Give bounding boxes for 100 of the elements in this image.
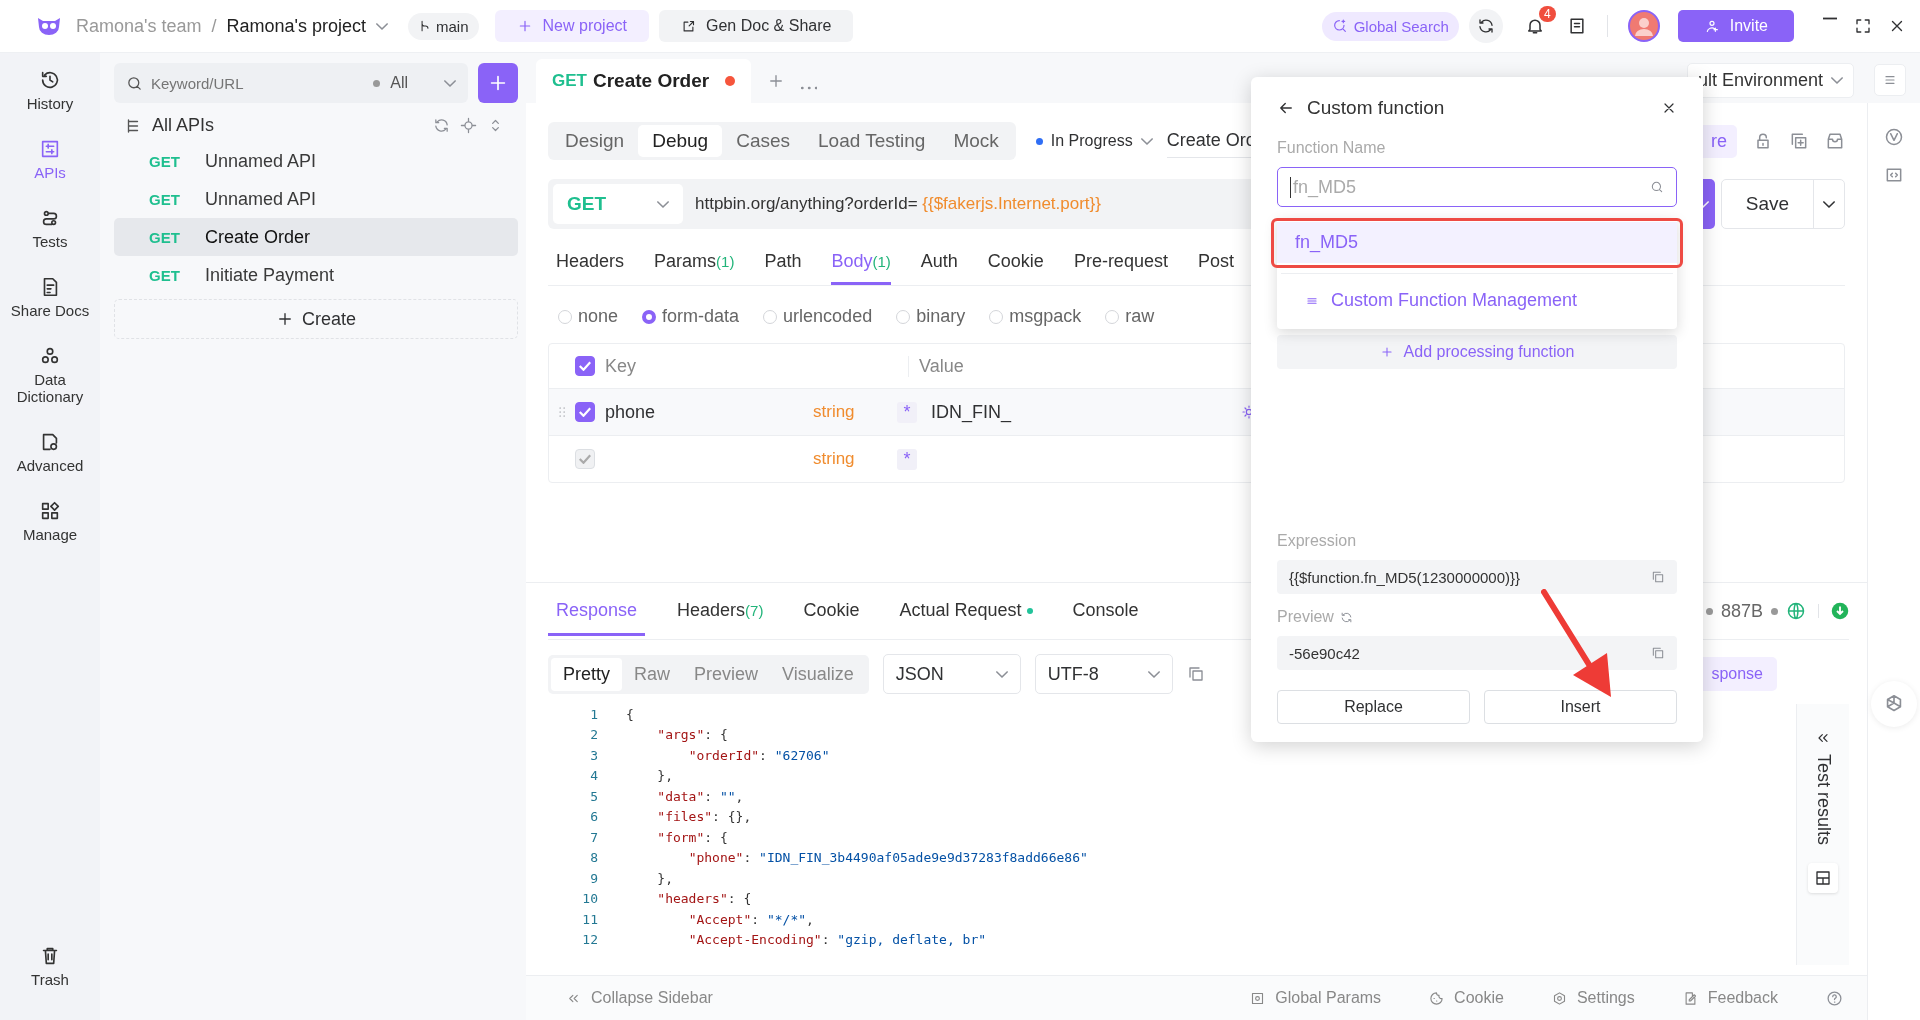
minimize-icon[interactable] <box>1822 17 1838 20</box>
download-icon[interactable] <box>1831 602 1849 620</box>
request-tab[interactable]: Auth <box>920 241 958 285</box>
mode-tab[interactable]: Cases <box>722 125 804 157</box>
tree-root[interactable]: All APIs <box>152 115 215 136</box>
request-tab[interactable]: Cookie <box>987 241 1044 285</box>
api-item[interactable]: GET Unnamed API <box>114 142 518 180</box>
preview-field: -56e90c42 <box>1277 636 1677 670</box>
chevron-down-icon <box>376 22 388 30</box>
popup-button[interactable]: Insert <box>1484 690 1677 724</box>
search-field[interactable]: Keyword/URL All <box>114 63 468 103</box>
expression-field[interactable]: {{$function.fn_MD5(1230000000)}} <box>1277 560 1677 594</box>
body-type-radio[interactable]: raw <box>1105 306 1155 327</box>
more-icon[interactable] <box>801 86 818 90</box>
required-toggle[interactable]: * <box>897 401 917 423</box>
owl-logo-icon[interactable] <box>36 16 62 36</box>
body-type-radio[interactable]: none <box>558 306 619 327</box>
request-tab[interactable]: Params(1) <box>654 241 735 285</box>
request-tab[interactable]: Headers <box>556 241 625 285</box>
project-name[interactable]: Ramona's project <box>226 15 366 37</box>
body-type-radio[interactable]: form-data <box>642 306 740 327</box>
response-tab[interactable]: Response <box>548 586 646 636</box>
format-select[interactable]: JSON <box>882 654 1021 694</box>
response-tab[interactable]: Actual Request <box>891 586 1041 636</box>
new-project-button[interactable]: New project <box>494 10 649 42</box>
footer-button[interactable]: Global Params <box>1250 989 1382 1007</box>
sliders-icon <box>39 138 61 160</box>
api-item[interactable]: GET Initiate Payment <box>114 256 518 294</box>
view-tab[interactable]: Pretty <box>551 657 622 691</box>
field-label: Preview <box>1277 608 1334 626</box>
archive-icon <box>1825 131 1845 151</box>
mode-tab[interactable]: Debug <box>638 125 723 157</box>
code-line: }, <box>656 870 673 886</box>
sync-button[interactable] <box>1468 9 1503 43</box>
body-type-radio[interactable]: binary <box>896 306 966 327</box>
mode-tab[interactable]: Load Testing <box>804 125 940 157</box>
gen-doc-share-button[interactable]: Gen Doc & Share <box>659 10 854 42</box>
chevron-down-icon <box>444 79 456 87</box>
line-number: 6 <box>589 809 598 825</box>
footer-button[interactable]: Feedback <box>1682 989 1778 1007</box>
code-line: "data": "", <box>656 788 744 804</box>
popup-title: Custom function <box>1307 97 1445 119</box>
refresh-icon <box>433 117 450 134</box>
url-field[interactable]: httpbin.org/anything?orderId= {{$fakerjs.Internet.port}} <box>695 194 1101 214</box>
rail-item[interactable]: Advanced <box>0 425 100 480</box>
status-select[interactable]: In Progress <box>1050 132 1153 150</box>
checkbox[interactable] <box>575 402 595 422</box>
filter-select[interactable]: All <box>390 74 408 92</box>
rail-item[interactable]: Data Dictionary <box>0 339 100 411</box>
global-search-button[interactable]: Global Search <box>1321 11 1459 41</box>
encoding-select[interactable]: UTF-8 <box>1034 654 1173 694</box>
trash-button[interactable]: Trash <box>0 939 100 994</box>
add-button[interactable] <box>478 63 518 103</box>
line-number: 3 <box>589 747 598 763</box>
status-dot <box>1035 137 1043 145</box>
response-size: 887B <box>1720 600 1763 622</box>
layout-button[interactable] <box>1808 863 1838 894</box>
manage-functions-link[interactable]: Custom Function Management <box>1277 284 1606 325</box>
breadcrumb-separator: / <box>211 15 217 37</box>
request-tab[interactable]: Path <box>764 241 802 285</box>
body-type-radio[interactable]: msgpack <box>989 306 1082 327</box>
collapse-sidebar-button[interactable]: Collapse Sidebar <box>566 989 713 1007</box>
code-line: }, <box>656 768 673 784</box>
grid-icon <box>39 500 61 522</box>
create-button[interactable]: Create <box>114 299 518 339</box>
request-tab[interactable]: Pre-request <box>1073 241 1168 285</box>
request-tab[interactable]: Post <box>1197 241 1234 285</box>
mode-tab[interactable]: Mock <box>939 125 1013 157</box>
popup-button[interactable]: Replace <box>1277 690 1470 724</box>
checkbox[interactable] <box>575 356 595 376</box>
dropdown-option[interactable]: fn_MD5 <box>1277 222 1677 263</box>
response-tab[interactable]: Headers(7) <box>669 586 772 636</box>
body-type-radio[interactable]: urlencoded <box>763 306 873 327</box>
version-icon <box>1884 127 1904 147</box>
response-tab[interactable]: Cookie <box>795 586 868 636</box>
request-tab[interactable]: Body(1) <box>831 241 891 285</box>
document-tab[interactable]: GET Create Order <box>536 59 752 103</box>
notification-badge: 4 <box>1539 6 1556 22</box>
assistant-button[interactable] <box>1871 681 1917 727</box>
chevron-down-icon <box>1140 137 1153 145</box>
api-item[interactable]: GET Unnamed API <box>114 180 518 218</box>
rail-item[interactable]: History <box>0 63 100 118</box>
gear-box-icon <box>1250 990 1266 1006</box>
test-results-tab[interactable]: Test results <box>1812 704 1834 846</box>
filter-dot <box>373 79 381 87</box>
line-number: 12 <box>581 932 598 948</box>
avatar[interactable] <box>1627 10 1660 42</box>
mode-tab[interactable]: Design <box>551 125 639 157</box>
response-tab[interactable]: Console <box>1064 586 1147 636</box>
api-item[interactable]: GET Create Order <box>114 218 518 256</box>
table-cell: phone <box>605 401 656 422</box>
rail-item[interactable]: APIs <box>0 132 100 187</box>
invite-button[interactable]: Invite <box>1677 10 1794 42</box>
rail-item[interactable]: Share Docs <box>0 270 100 325</box>
footer-button[interactable]: Settings <box>1551 989 1635 1007</box>
locate-icon <box>460 117 477 134</box>
rail-item[interactable]: Manage <box>0 494 100 549</box>
rail-item[interactable]: Tests <box>0 201 100 256</box>
branch-button[interactable]: main <box>408 12 479 40</box>
add-function-button[interactable]: Add processing function <box>1277 335 1677 369</box>
